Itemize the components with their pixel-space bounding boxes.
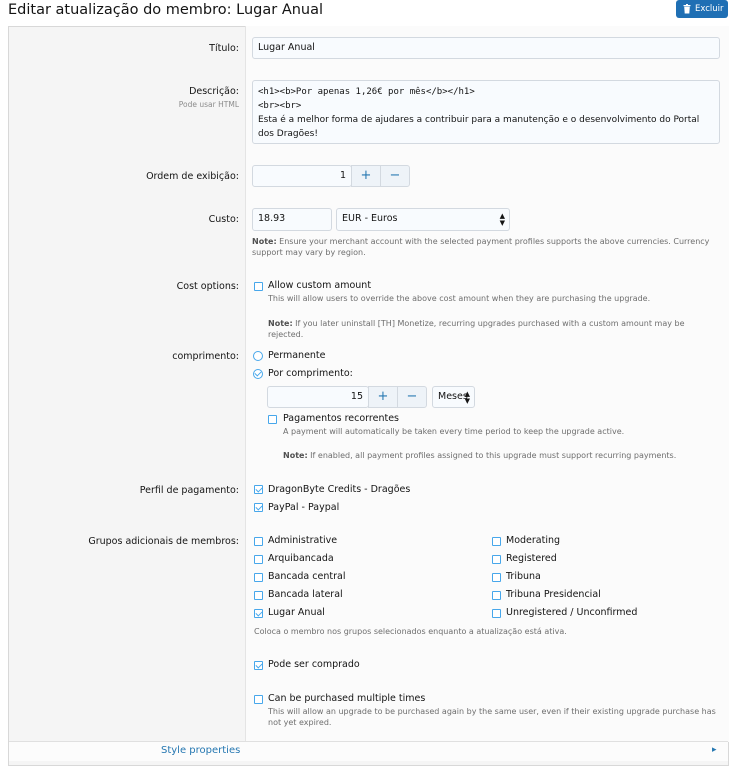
select-arrows-icon: ▲ ▼ xyxy=(464,390,470,405)
recurring-payments-note: Note: If enabled, all payment profiles a… xyxy=(283,451,677,460)
delete-button[interactable]: Excluir xyxy=(676,0,728,18)
allow-custom-amount-desc: This will allow users to override the ab… xyxy=(268,294,651,303)
payment-profile-label: Perfil de pagamento: xyxy=(139,485,239,496)
display-order-label: Ordem de exibição: xyxy=(146,171,239,182)
display-order-input[interactable]: 1 xyxy=(252,165,352,187)
description-textarea[interactable]: <h1><b>Por apenas 1,26€ por mês</b></h1>… xyxy=(252,80,720,144)
length-decrement-button[interactable]: − xyxy=(397,386,427,408)
length-label: comprimento: xyxy=(172,351,239,362)
description-label: Descrição: xyxy=(189,86,239,97)
custom-amount-note: Note: If you later uninstall [TH] Moneti… xyxy=(268,319,685,339)
payment-profile-label-dragonbyte: DragonByte Credits - Dragões xyxy=(268,484,411,495)
group-label: Bancada lateral xyxy=(268,589,343,600)
payment-profile-checkbox-paypal[interactable] xyxy=(254,503,263,512)
style-properties-bar[interactable]: Style properties ▸ xyxy=(9,741,728,761)
cost-label: Custo: xyxy=(208,214,239,225)
cost-options-label: Cost options: xyxy=(176,281,239,292)
display-order-increment-button[interactable]: + xyxy=(351,165,381,187)
allow-custom-amount-checkbox[interactable] xyxy=(254,282,263,291)
description-line-3: Esta é a melhor forma de ajudares a cont… xyxy=(258,115,703,139)
length-unit-value: Meses xyxy=(438,391,468,402)
title-input[interactable]: Lugar Anual xyxy=(252,37,720,59)
group-label: Bancada central xyxy=(268,571,346,582)
cost-note: Note: Ensure your merchant account with … xyxy=(252,237,710,257)
group-checkbox[interactable] xyxy=(492,555,501,564)
multiple-purchase-desc: This will allow an upgrade to be purchas… xyxy=(268,707,716,727)
group-label: Moderating xyxy=(506,535,561,546)
group-checkbox[interactable] xyxy=(254,537,263,546)
group-checkbox[interactable] xyxy=(254,609,263,618)
allow-custom-amount-label: Allow custom amount xyxy=(268,280,372,291)
group-label: Tribuna xyxy=(506,571,541,582)
permanent-radio[interactable] xyxy=(253,351,263,361)
description-hint: Pode usar HTML xyxy=(178,100,239,109)
group-checkbox[interactable] xyxy=(254,573,263,582)
groups-label: Grupos adicionais de membros: xyxy=(88,536,239,547)
group-checkbox[interactable] xyxy=(492,591,501,600)
permanent-label: Permanente xyxy=(268,350,326,361)
payment-profile-checkbox-dragonbyte[interactable] xyxy=(254,485,263,494)
recurring-payments-checkbox[interactable] xyxy=(268,415,277,424)
description-line-1: <h1><b>Por apenas 1,26€ por mês</b></h1> xyxy=(258,87,475,97)
description-line-2: <br><br> xyxy=(258,101,302,111)
cost-amount-input[interactable]: 18.93 xyxy=(252,208,332,231)
recurring-payments-label: Pagamentos recorrentes xyxy=(283,413,399,424)
group-checkbox[interactable] xyxy=(492,609,501,618)
select-arrows-icon: ▲ ▼ xyxy=(499,212,505,227)
chevron-right-icon: ▸ xyxy=(712,745,717,755)
group-label: Lugar Anual xyxy=(268,607,325,618)
length-unit-select[interactable]: Meses ▲ ▼ xyxy=(432,386,475,408)
group-checkbox[interactable] xyxy=(254,555,263,564)
multiple-purchase-label: Can be purchased multiple times xyxy=(268,693,426,704)
groups-desc: Coloca o membro nos grupos selecionados … xyxy=(254,627,567,636)
display-order-decrement-button[interactable]: − xyxy=(380,165,410,187)
group-label: Administrative xyxy=(268,535,338,546)
by-length-radio[interactable] xyxy=(253,369,263,379)
trash-icon xyxy=(683,4,691,14)
title-label: Título: xyxy=(209,43,239,54)
currency-select-value: EUR - Euros xyxy=(342,213,398,224)
by-length-label: Por comprimento: xyxy=(268,368,353,379)
multiple-purchase-checkbox[interactable] xyxy=(254,695,263,704)
currency-select[interactable]: EUR - Euros ▲ ▼ xyxy=(336,208,510,231)
delete-button-label: Excluir xyxy=(695,4,724,14)
page-title: Editar atualização do membro: Lugar Anua… xyxy=(8,2,324,18)
can-purchase-label: Pode ser comprado xyxy=(268,659,360,670)
can-purchase-checkbox[interactable] xyxy=(254,661,263,670)
length-increment-button[interactable]: + xyxy=(368,386,398,408)
group-checkbox[interactable] xyxy=(492,537,501,546)
style-properties-label: Style properties xyxy=(161,745,241,756)
group-checkbox[interactable] xyxy=(254,591,263,600)
recurring-payments-desc: A payment will automatically be taken ev… xyxy=(283,427,625,436)
group-checkbox[interactable] xyxy=(492,573,501,582)
group-label: Unregistered / Unconfirmed xyxy=(506,607,638,618)
group-label: Tribuna Presidencial xyxy=(506,589,601,600)
payment-profile-label-paypal: PayPal - Paypal xyxy=(268,502,340,513)
length-amount-input[interactable]: 15 xyxy=(267,386,369,408)
group-label: Arquibancada xyxy=(268,553,334,564)
group-label: Registered xyxy=(506,553,557,564)
